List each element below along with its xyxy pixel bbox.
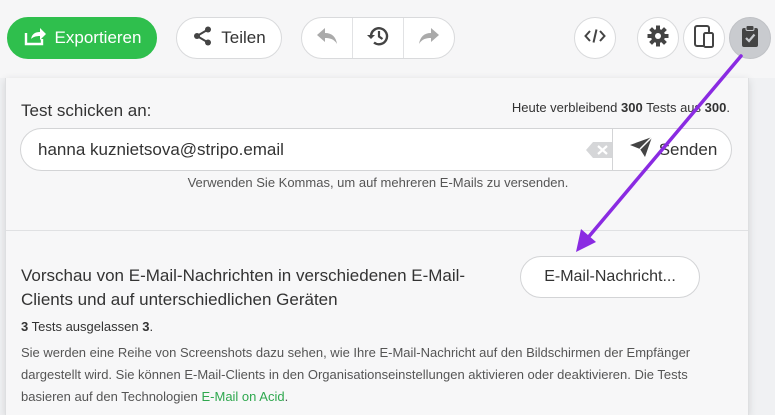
email-input-group: Senden [20, 128, 732, 171]
share-label: Teilen [221, 28, 266, 47]
clear-icon[interactable] [585, 141, 615, 164]
history-controls [301, 17, 455, 59]
code-editor-button[interactable] [574, 17, 616, 59]
email-hint: Verwenden Sie Kommas, um auf mehreren E-… [187, 175, 569, 190]
device-icon [693, 24, 715, 53]
undo-icon [315, 27, 339, 50]
undo-button[interactable] [302, 18, 352, 58]
redo-button[interactable] [403, 18, 454, 58]
send-icon [629, 136, 653, 163]
export-label: Exportieren [54, 28, 142, 47]
email-on-acid-link[interactable]: E-Mail on Acid [201, 389, 284, 404]
send-button[interactable]: Senden [612, 129, 731, 170]
share-icon [192, 25, 214, 52]
export-button[interactable]: Exportieren [7, 17, 157, 59]
send-to-label: Test schicken an: [21, 101, 152, 120]
email-input[interactable] [21, 129, 611, 170]
device-preview-button[interactable] [683, 17, 725, 59]
clipboard-check-icon [740, 24, 760, 53]
remaining-tests-info: Heute verbleibend 300 Tests aus 300. [511, 100, 730, 115]
settings-button[interactable] [637, 17, 679, 59]
history-icon [366, 24, 390, 53]
test-email-button[interactable] [729, 17, 771, 59]
send-label: Senden [658, 139, 718, 159]
test-email-panel: Test schicken an: Heute verbleibend 300 … [5, 78, 749, 415]
code-icon [584, 28, 606, 49]
top-toolbar: Exportieren Teilen [0, 0, 775, 78]
history-button[interactable] [352, 18, 403, 58]
gear-icon [647, 25, 669, 52]
preview-title: Vorschau von E-Mail-Nachrichten in versc… [21, 266, 466, 309]
redo-icon [417, 27, 441, 50]
share-button[interactable]: Teilen [176, 17, 282, 59]
preview-description: Sie werden eine Reihe von Screenshots da… [21, 345, 691, 404]
section-divider [6, 230, 748, 231]
export-icon [23, 26, 47, 51]
skipped-tests-info: 3 Tests ausgelassen 3. [21, 319, 154, 334]
email-preview-button[interactable]: E-Mail-Nachricht... [520, 256, 700, 298]
